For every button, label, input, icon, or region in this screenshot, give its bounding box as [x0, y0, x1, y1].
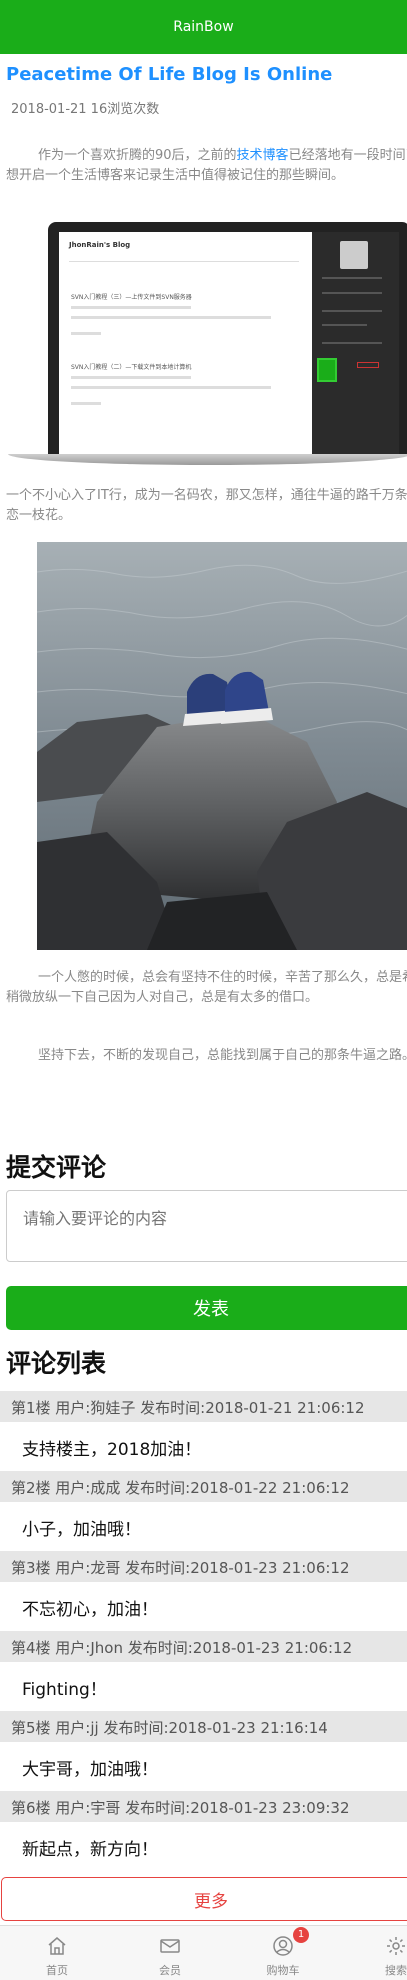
comment-meta: 第3楼 用户:龙哥 发布时间:2018-01-23 21:06:12 [0, 1551, 407, 1582]
comment-input[interactable] [6, 1190, 407, 1262]
comment-list: 第1楼 用户:狗娃子 发布时间:2018-01-21 21:06:12 支持楼主… [0, 1391, 407, 1871]
sneakers-on-rock-photo [37, 542, 407, 950]
tab-label: 会员 [159, 1964, 181, 1977]
tab-label: 搜索 [385, 1964, 407, 1977]
bottom-tab-bar: 首页 会员 1 购物车 搜索 [0, 1925, 407, 1980]
tab-label: 首页 [46, 1964, 68, 1977]
comment-meta: 第4楼 用户:Jhon 发布时间:2018-01-23 21:06:12 [0, 1631, 407, 1662]
article-paragraph-2: 一个不小心入了IT行，成为一名码农，那又怎样，通往牛逼的路千万条，何必单恋一枝花… [6, 488, 407, 523]
comment-item: 第5楼 用户:jj 发布时间:2018-01-23 21:16:14 大宇哥，加… [0, 1711, 407, 1791]
article: Peacetime Of Life Blog Is Online 2018-01… [0, 54, 407, 1144]
app-header: RainBow [0, 0, 407, 54]
comment-text: 大宇哥，加油哦！ [22, 1760, 158, 1780]
comment-text: 支持楼主，2018加油！ [22, 1440, 202, 1460]
mail-icon [160, 1939, 180, 1953]
laptop-screenshot-image: JhonRain's Blog SVN入门教程（三）—上传文件到SVN服务器 S… [8, 222, 407, 467]
app-title: RainBow [173, 19, 234, 35]
comment-item: 第3楼 用户:龙哥 发布时间:2018-01-23 21:06:12 不忘初心，… [0, 1551, 407, 1631]
comment-text: 新起点，新方向！ [22, 1840, 158, 1860]
comment-item: 第1楼 用户:狗娃子 发布时间:2018-01-21 21:06:12 支持楼主… [0, 1391, 407, 1471]
user-icon [273, 1936, 293, 1956]
comment-meta: 第6楼 用户:宇哥 发布时间:2018-01-23 23:09:32 [0, 1791, 407, 1822]
more-comments-button[interactable]: 更多 [1, 1877, 407, 1921]
article-title: Peacetime Of Life Blog Is Online [6, 64, 333, 85]
comment-item: 第4楼 用户:Jhon 发布时间:2018-01-23 21:06:12 Fig… [0, 1631, 407, 1711]
tech-blog-link[interactable]: 技术博客 [237, 148, 289, 163]
comment-text: 不忘初心，加油！ [22, 1600, 158, 1620]
gear-icon [387, 1937, 405, 1955]
comment-item: 第2楼 用户:成成 发布时间:2018-01-22 21:06:12 小子，加油… [0, 1471, 407, 1551]
home-icon [48, 1937, 66, 1955]
tab-search[interactable]: 搜索 [346, 1926, 407, 1980]
submit-comment-button[interactable]: 发表 [6, 1286, 407, 1330]
article-paragraph-4: 坚持下去，不断的发现自己，总能找到属于自己的那条牛逼之路。 [38, 1048, 407, 1063]
comment-list-heading: 评论列表 [6, 1349, 107, 1378]
tab-home[interactable]: 首页 [7, 1926, 107, 1980]
article-paragraph-1: 作为一个喜欢折腾的90后，之前的技术博客已经落地有一段时间了，最近想开启一个生活… [6, 146, 407, 186]
article-paragraph-3: 一个人憋的时候，总会有坚持不住的时候，辛苦了那么久，总是希望能够稍微放纵一下自己… [6, 970, 407, 1005]
tab-label: 购物车 [266, 1964, 300, 1977]
tab-cart[interactable]: 1 购物车 [233, 1926, 333, 1980]
tab-member[interactable]: 会员 [120, 1926, 220, 1980]
comment-meta: 第1楼 用户:狗娃子 发布时间:2018-01-21 21:06:12 [0, 1391, 407, 1422]
cart-badge: 1 [293, 1927, 309, 1943]
comment-text: 小子，加油哦！ [22, 1520, 141, 1540]
comment-item: 第6楼 用户:宇哥 发布时间:2018-01-23 23:09:32 新起点，新… [0, 1791, 407, 1871]
comment-meta: 第2楼 用户:成成 发布时间:2018-01-22 21:06:12 [0, 1471, 407, 1502]
comment-meta: 第5楼 用户:jj 发布时间:2018-01-23 21:16:14 [0, 1711, 407, 1742]
comment-form-heading: 提交评论 [6, 1153, 107, 1182]
article-meta: 2018-01-21 16浏览次数 [11, 102, 160, 117]
paragraph-text: 作为一个喜欢折腾的90后，之前的 [38, 148, 237, 163]
comment-text: Fighting！ [22, 1680, 107, 1700]
